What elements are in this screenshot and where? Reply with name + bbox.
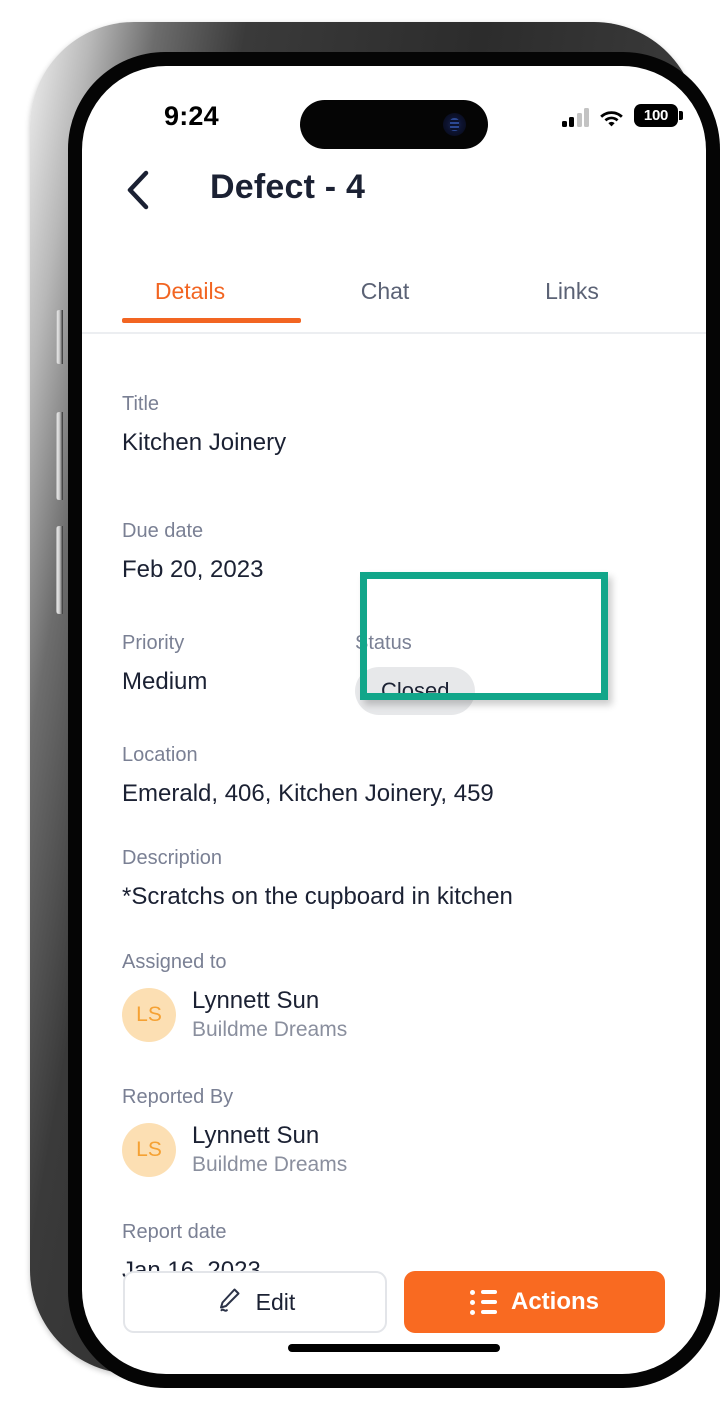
navigation-header: Defect - 4	[82, 158, 706, 228]
field-due-date-value: Feb 20, 2023	[122, 556, 264, 583]
status-bar-time: 9:24	[164, 101, 219, 131]
field-due-date: Due date Feb 20, 2023	[122, 517, 263, 587]
volume-up-button[interactable]	[56, 412, 63, 500]
actions-button-label: Actions	[510, 1288, 599, 1315]
phone-frame: 9:24 100 Defect - 4 Details Chat Links T…	[30, 22, 720, 1388]
field-description-value: *Scratchs on the cupboard in kitchen	[122, 883, 513, 910]
mute-switch-button[interactable]	[56, 310, 63, 364]
assigned-to-name: Lynnett Sun	[192, 987, 320, 1014]
avatar: LS	[122, 1123, 176, 1177]
volume-down-button[interactable]	[56, 526, 63, 614]
field-status: Status Closed	[355, 629, 476, 715]
pencil-icon	[215, 1286, 242, 1319]
status-bar-indicators: 100	[561, 99, 683, 127]
field-status-label: Status	[355, 632, 412, 654]
avatar: LS	[122, 988, 176, 1042]
assigned-to-organization: Buildme Dreams	[192, 1018, 348, 1041]
tab-active-underline	[122, 318, 301, 323]
back-button[interactable]	[116, 170, 160, 214]
field-location-label: Location	[122, 744, 198, 766]
reported-by-organization: Buildme Dreams	[192, 1153, 348, 1176]
tab-chat[interactable]: Chat	[295, 262, 475, 320]
cellular-signal-icon	[561, 108, 589, 127]
home-indicator[interactable]	[288, 1344, 500, 1352]
page-title: Defect - 4	[210, 168, 366, 206]
field-priority-label: Priority	[122, 632, 185, 654]
field-location-value: Emerald, 406, Kitchen Joinery, 459	[122, 780, 494, 807]
actions-button[interactable]: Actions	[404, 1271, 665, 1333]
edit-button-label: Edit	[255, 1288, 296, 1315]
wifi-icon	[599, 108, 624, 127]
assigned-to-person: LS Lynnett Sun Buildme Dreams	[122, 986, 347, 1044]
edit-button[interactable]: Edit	[123, 1271, 387, 1333]
status-badge: Closed	[355, 667, 476, 715]
field-description-label: Description	[122, 847, 223, 869]
field-location: Location Emerald, 406, Kitchen Joinery, …	[122, 741, 494, 811]
list-icon	[469, 1289, 497, 1315]
field-title: Title Kitchen Joinery	[122, 390, 286, 460]
field-due-date-label: Due date	[122, 520, 204, 542]
field-reported-by: Reported By LS Lynnett Sun Buildme Dream…	[122, 1083, 347, 1179]
action-bar: Edit Actions	[82, 1271, 706, 1335]
tab-details[interactable]: Details	[100, 262, 280, 320]
tab-links[interactable]: Links	[482, 262, 662, 320]
field-description: Description *Scratchs on the cupboard in…	[122, 844, 513, 914]
field-priority: Priority Medium	[122, 629, 207, 699]
tab-bar-divider	[82, 332, 706, 334]
reported-by-name: Lynnett Sun	[192, 1122, 320, 1149]
chevron-left-icon	[125, 170, 151, 215]
field-assigned-to-label: Assigned to	[122, 951, 227, 973]
screenshot-canvas: 9:24 100 Defect - 4 Details Chat Links T…	[0, 0, 723, 1401]
phone-screen: 9:24 100 Defect - 4 Details Chat Links T…	[82, 66, 706, 1374]
reported-by-person: LS Lynnett Sun Buildme Dreams	[122, 1121, 347, 1179]
front-camera-icon	[443, 113, 466, 136]
battery-icon: 100	[634, 104, 683, 127]
field-report-date-label: Report date	[122, 1221, 227, 1243]
tab-bar: Details Chat Links	[82, 262, 706, 338]
field-title-label: Title	[122, 393, 160, 415]
field-assigned-to: Assigned to LS Lynnett Sun Buildme Dream…	[122, 948, 347, 1044]
field-priority-value: Medium	[122, 668, 208, 695]
field-reported-by-label: Reported By	[122, 1086, 234, 1108]
battery-percent-label: 100	[643, 107, 669, 124]
dynamic-island	[300, 100, 488, 149]
field-title-value: Kitchen Joinery	[122, 429, 287, 456]
status-bar: 9:24 100	[82, 66, 706, 152]
